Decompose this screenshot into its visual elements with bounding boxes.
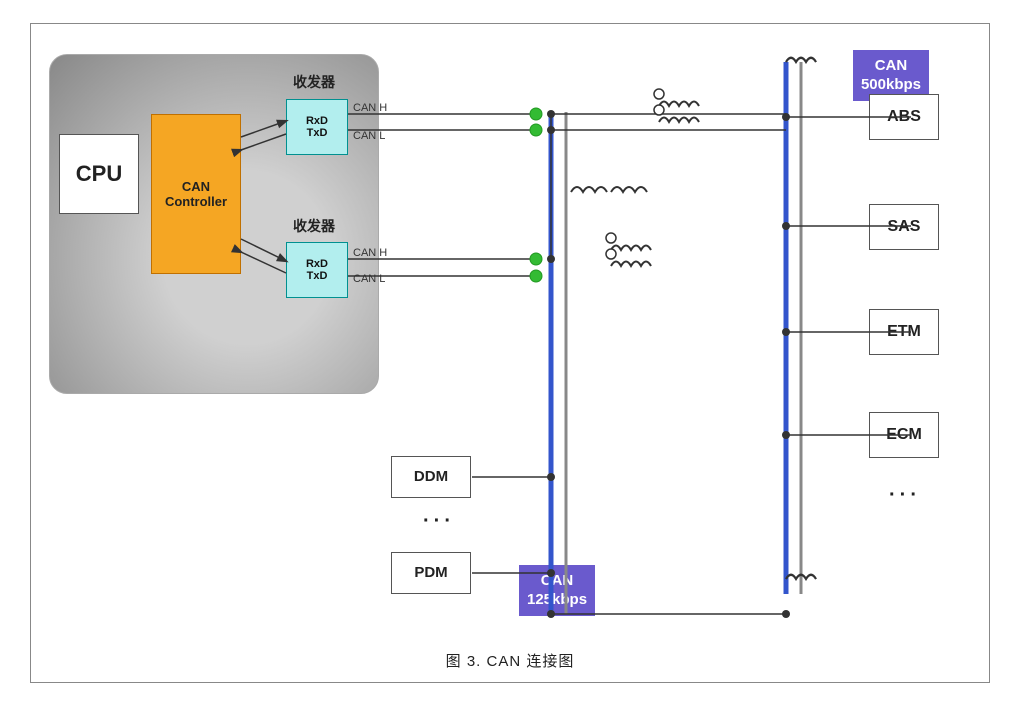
transceiver1-box: RxD TxD [286, 99, 348, 155]
can-badge-125: CAN125kbps [519, 565, 595, 616]
node-ddm: DDM [391, 456, 471, 498]
node-abs: ABS [869, 94, 939, 140]
node-pdm: PDM [391, 552, 471, 594]
diagram-container: CPU CANController 收发器 RxD TxD 收发器 RxD Tx… [30, 23, 990, 683]
node-ecm: ECM [869, 412, 939, 458]
transceiver1-label: 收发器 [293, 72, 335, 92]
diagram-area: CPU CANController 收发器 RxD TxD 收发器 RxD Tx… [31, 24, 989, 644]
node-etm: ETM [869, 309, 939, 355]
can-controller-box: CANController [151, 114, 241, 274]
cpu-label: CPU [59, 134, 139, 214]
dots-bottom: ··· [423, 510, 455, 533]
diagram-caption: 图 3. CAN 连接图 [31, 644, 989, 673]
transceiver2-label: 收发器 [293, 216, 335, 236]
dots-right: ··· [889, 484, 921, 507]
node-sas: SAS [869, 204, 939, 250]
transceiver2-box: RxD TxD [286, 242, 348, 298]
